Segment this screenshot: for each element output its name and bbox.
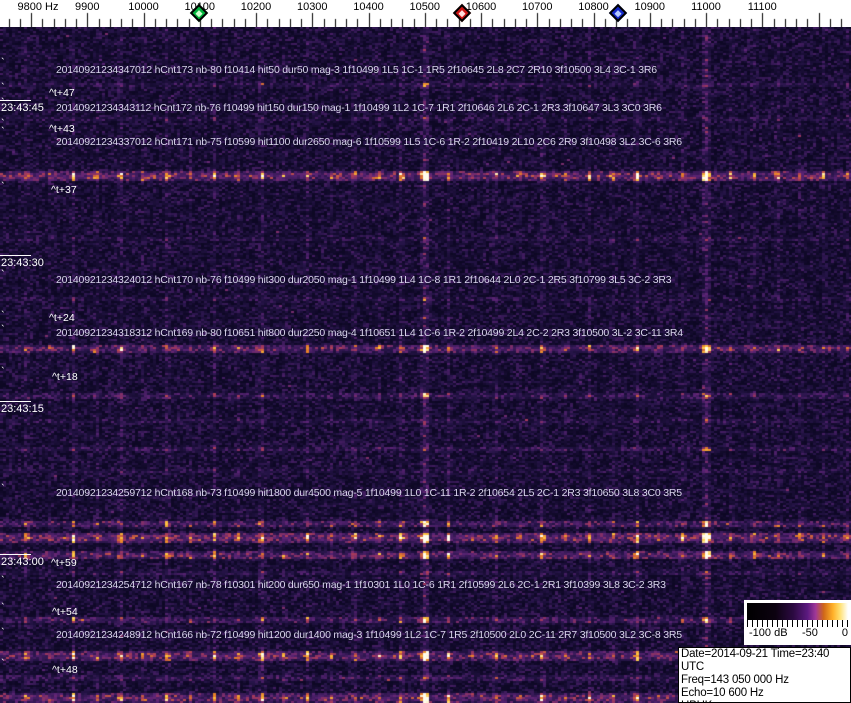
freq-axis-label: 10200 [241,1,272,13]
freq-axis-label: 10700 [522,1,553,13]
info-box: Date=2014-09-21 Time=23:40 UTC Freq=143 … [678,647,851,703]
event-marker: ^t+37 [51,184,77,196]
edge-tick-mark: ` [1,486,5,492]
edge-tick-mark: ` [1,129,5,135]
detection-text: 20140921234337012 hCnt171 nb-75 f10599 h… [56,136,682,148]
freq-axis-label: 9900 [75,1,99,13]
event-marker: ^t+54 [52,606,78,618]
time-tick-line [0,401,31,402]
edge-tick-mark: ` [1,578,5,584]
event-marker: ^t+47 [49,87,75,99]
event-marker: ^t+43 [49,123,75,135]
edge-tick-mark: ` [1,605,5,611]
time-label: 23:43:15 [1,403,44,415]
time-tick-line [0,554,31,555]
edge-tick-mark: ` [1,313,5,319]
detection-text: 20140921234248912 hCnt166 nb-72 f10499 h… [56,629,682,641]
time-label: 23:43:30 [1,257,44,269]
colorbar-gradient [747,603,848,620]
freq-axis-label: 9800 Hz [18,1,59,13]
event-marker: ^t+48 [52,664,78,676]
edge-tick-mark: ` [1,661,5,667]
edge-tick-mark: ` [1,630,5,636]
detection-text: 20140921234318312 hCnt169 nb-80 f10651 h… [56,327,683,339]
detection-text: 20140921234343112 hCnt172 nb-76 f10499 h… [56,102,662,114]
freq-axis-label: 10000 [128,1,159,13]
event-marker: ^t+24 [49,312,75,324]
freq-axis-label: 10500 [409,1,440,13]
freq-axis-label: 10300 [297,1,328,13]
app-window: 9800 Hz990010000101001020010300104001050… [0,0,851,703]
marker-diamond-blue-center [614,9,621,16]
edge-tick-mark: ` [1,60,5,66]
marker-diamond-green-center [195,9,202,16]
freq-axis-label: 10900 [634,1,665,13]
event-marker: ^t+18 [52,371,78,383]
info-echo-frequency: Echo=10 600 Hz [681,687,848,700]
edge-tick-mark: ` [1,100,5,106]
event-marker: ^t+59 [51,557,77,569]
spectrogram-canvas[interactable] [0,27,851,703]
detection-text: 20140921234259712 hCnt168 nb-73 f10499 h… [56,487,682,499]
freq-axis-label: 11000 [691,1,721,13]
marker-diamond-red-center [458,9,465,16]
edge-tick-mark: ` [1,327,5,333]
spectrogram-area: 23:43:45 23:43:30 23:43:15 23:43:00 ^t+47 ^t+… [0,27,851,703]
db-colorbar: -100 dB -50 0 [744,600,851,645]
edge-tick-mark: ` [1,85,5,91]
freq-axis-label: 11100 [748,1,777,13]
edge-tick-mark: ` [1,272,5,278]
frequency-axis: 9800 Hz990010000101001020010300104001050… [0,0,851,27]
detection-text: 20140921234254712 hCnt167 nb-78 f10301 h… [56,579,666,591]
time-label: 23:43:00 [1,556,44,568]
edge-tick-mark: ` [1,184,5,190]
info-frequency: Freq=143 050 000 Hz [681,674,848,687]
info-date-time: Date=2014-09-21 Time=23:40 UTC [681,648,848,674]
colorbar-label-mid: -50 [802,627,818,639]
colorbar-label-min: -100 dB [749,627,788,639]
edge-tick-mark: ` [1,369,5,375]
time-label: 23:43:45 [1,102,44,114]
detection-text: 20140921234347012 hCnt173 nb-80 f10414 h… [56,64,657,76]
freq-axis-label: 10800 [578,1,609,13]
colorbar-ticks [747,620,848,627]
time-tick-line [0,255,31,256]
detection-text: 20140921234324012 hCnt170 nb-76 f10499 h… [56,274,671,286]
freq-axis-label: 10400 [353,1,384,13]
colorbar-label-max: 0 [842,627,848,639]
